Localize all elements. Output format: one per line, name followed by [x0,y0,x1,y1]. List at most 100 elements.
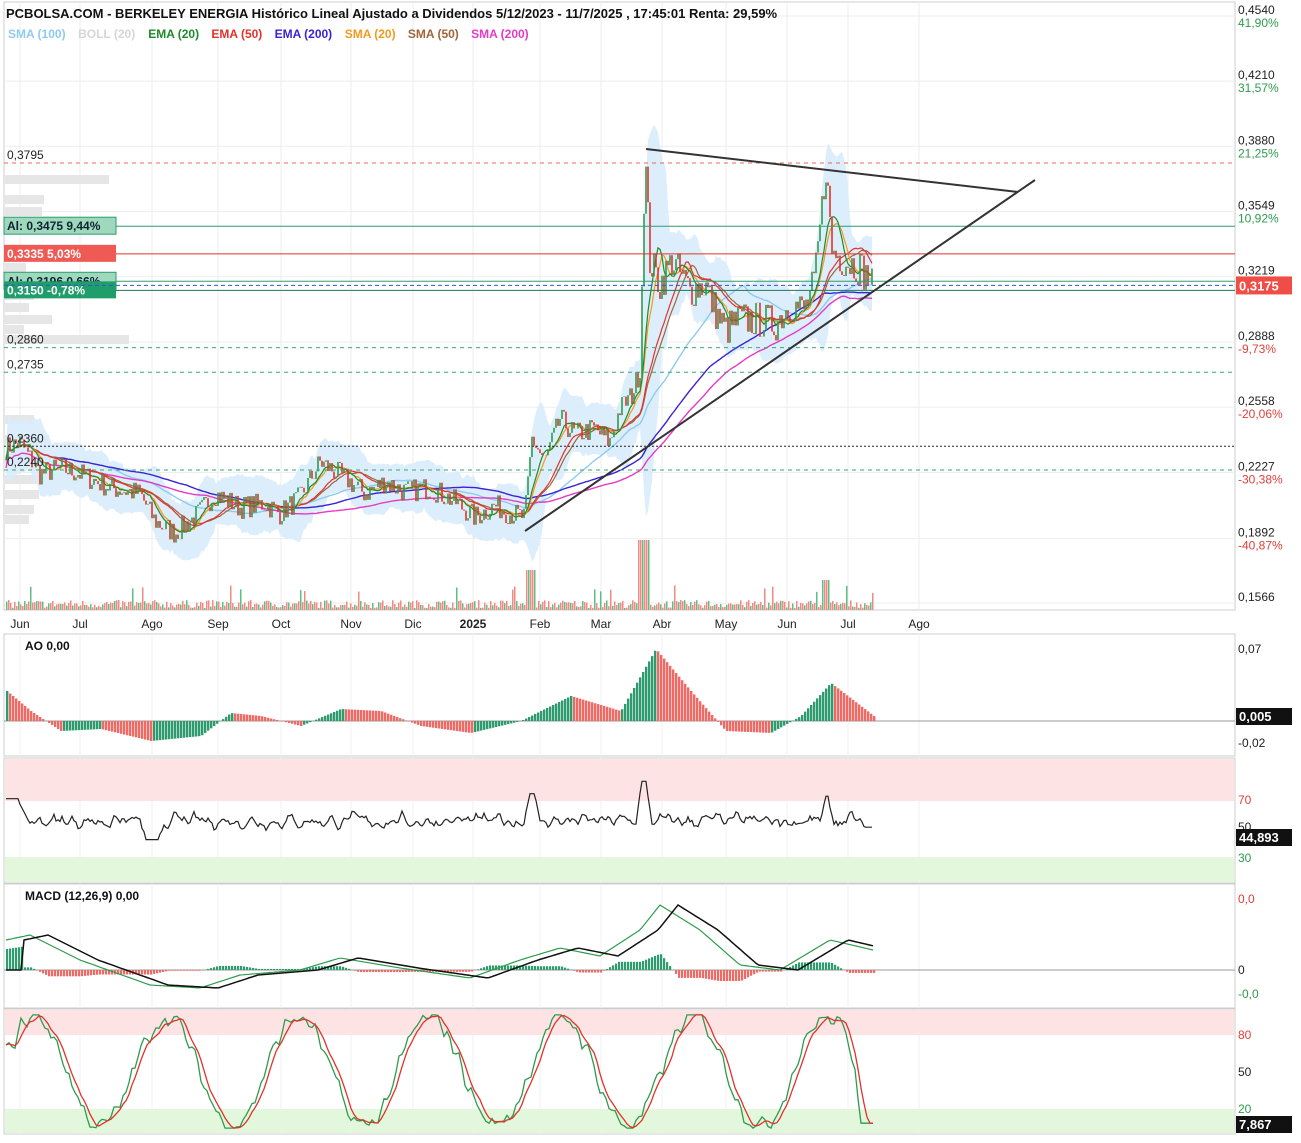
volume-bar [74,603,76,610]
ao-bar [780,721,782,727]
macd-hist-bar [636,962,638,970]
volume-bar [404,604,406,610]
volume-bar [666,601,668,610]
volume-bar [186,600,188,610]
volume-bar [714,605,716,610]
volume-bar [374,608,376,610]
ao-bar [360,710,362,721]
volume-bar [736,604,738,610]
volume-bar [252,607,254,610]
pct-tick-1: 31,57% [1238,81,1279,95]
volume-bar [850,600,852,610]
panel-title-macd: MACD (12,26,9) 0,00 [25,889,139,903]
month-label-10: Abr [653,617,672,631]
macd-hist-bar [57,970,59,976]
ao-bar [846,695,848,721]
legend-item-2: EMA (20) [148,27,199,41]
ao-bar [240,714,242,721]
month-label-7: 2025 [460,617,487,631]
volume-bar [32,602,34,610]
ao-bar [693,694,695,721]
macd-hist-bar [66,970,68,976]
macd-hist-bar [246,967,248,970]
volume-bar [420,605,422,610]
ao-bar [105,721,107,730]
macd-hist-bar [453,970,455,972]
volume-bar [174,607,176,610]
ao-bar [78,721,80,730]
ao-bar [129,721,131,736]
volume-bar [58,604,60,610]
ao-bar [666,662,668,721]
ao-bar [732,721,734,731]
macd-hist-bar [507,965,509,970]
ao-bar [795,719,797,721]
ao-bar [570,696,572,721]
volume-bar [488,608,490,610]
macd-hist-bar [705,970,707,979]
macd-hist-bar [336,966,338,970]
volume-bar [610,590,612,610]
ao-bar [804,712,806,721]
ao-bar [300,721,302,726]
macd-hist-bar [219,966,221,970]
macd-hist-bar [339,966,341,970]
volume-bar [436,602,438,610]
macd-hist-bar [483,967,485,970]
volume-bar [538,601,540,610]
volume-bar [334,605,336,610]
ao-bar [411,721,413,723]
volume-bar [858,608,860,610]
volume-bar [156,602,158,610]
macd-hist-bar [858,970,860,973]
ao-bar [147,721,149,740]
ao-bar [468,721,470,733]
macd-hist-bar [72,970,74,976]
ao-bar [555,704,557,722]
volume-bar [360,601,362,610]
volume-bar [700,605,702,610]
volume-bar [812,604,814,610]
volume-bar [434,607,436,610]
ao-bar [402,719,404,721]
macd-hist-bar [774,970,776,972]
vprofile-bar-14 [4,490,39,499]
volume-bar [720,604,722,610]
legend-item-7: SMA (200) [471,27,529,41]
volume-bar [778,603,780,610]
ao-bar [681,680,683,721]
volume-bar [530,570,532,610]
ao-bar [864,709,866,721]
ao-bar [333,712,335,721]
macd-hist-bar [825,962,827,970]
volume-bar [344,605,346,610]
volume-bar [418,602,420,610]
macd-hist-bar [348,969,350,970]
ao-bar [183,721,185,738]
ao-bar [441,721,443,729]
volume-bar [470,603,472,610]
volume-bar [86,605,88,610]
volume-bar [276,607,278,610]
macd-hist-bar [312,967,314,970]
volume-bar [690,602,692,610]
macd-hist-bar [558,966,560,970]
volume-bar [388,606,390,610]
volume-bar [298,601,300,610]
macd-hist-bar [60,970,62,976]
volume-bar [456,587,458,610]
volume-bar [750,606,752,610]
volume-bar [268,601,270,610]
volume-bar [780,601,782,610]
ao-bar [108,721,110,731]
volume-bar [18,601,20,610]
volume-bar [832,601,834,610]
volume-bar [232,603,234,610]
macd-hist-bar [192,970,194,971]
volume-bar [786,607,788,610]
ao-bar [606,707,608,721]
ao-bar [393,716,395,721]
volume-bar [328,604,330,610]
volume-bar [398,603,400,610]
macd-hist-bar [531,966,533,970]
